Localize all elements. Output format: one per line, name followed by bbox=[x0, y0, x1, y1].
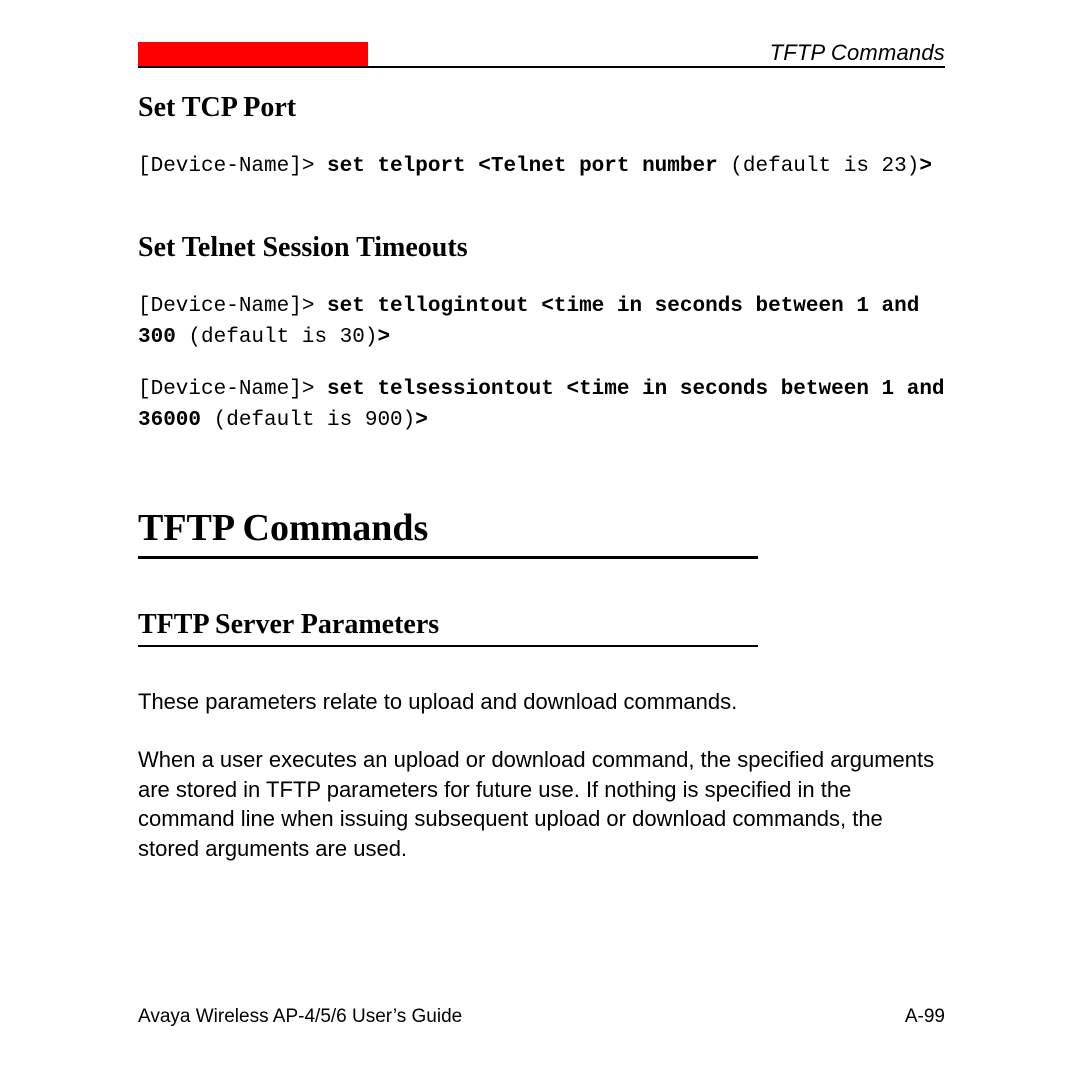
command-end: > bbox=[919, 155, 932, 178]
heading-tftp-server-parameters: TFTP Server Parameters bbox=[138, 609, 945, 641]
header-bar: TFTP Commands bbox=[138, 42, 945, 68]
prompt-text: [Device-Name]> bbox=[138, 155, 327, 178]
header-breadcrumb: TFTP Commands bbox=[770, 40, 945, 66]
code-set-tellogintout: [Device-Name]> set tellogintout <time in… bbox=[138, 292, 945, 353]
prompt-text: [Device-Name]> bbox=[138, 295, 327, 318]
heading-tftp-commands: TFTP Commands bbox=[138, 506, 945, 550]
footer-left: Avaya Wireless AP-4/5/6 User’s Guide bbox=[138, 1006, 462, 1028]
code-set-telsessiontout: [Device-Name]> set telsessiontout <time … bbox=[138, 375, 945, 436]
subsection-rule bbox=[138, 645, 758, 647]
code-set-telport: [Device-Name]> set telport <Telnet port … bbox=[138, 152, 945, 182]
command-end: > bbox=[415, 409, 428, 432]
command-text: set telport <Telnet port number bbox=[327, 155, 730, 178]
document-page: TFTP Commands Set TCP Port [Device-Name]… bbox=[0, 0, 1080, 1080]
heading-set-telnet-timeouts: Set Telnet Session Timeouts bbox=[138, 232, 945, 264]
footer-right: A-99 bbox=[905, 1006, 945, 1028]
paragraph-detail: When a user executes an upload or downlo… bbox=[138, 745, 945, 864]
prompt-text: [Device-Name]> bbox=[138, 378, 327, 401]
command-end: > bbox=[377, 326, 390, 349]
default-text: (default is 900) bbox=[214, 409, 416, 432]
title-rule bbox=[138, 556, 758, 559]
default-text: (default is 23) bbox=[730, 155, 919, 178]
default-text: (default is 30) bbox=[188, 326, 377, 349]
heading-set-tcp-port: Set TCP Port bbox=[138, 92, 945, 124]
brand-colorblock bbox=[138, 42, 368, 66]
page-footer: Avaya Wireless AP-4/5/6 User’s Guide A-9… bbox=[138, 1006, 945, 1028]
paragraph-intro: These parameters relate to upload and do… bbox=[138, 687, 945, 717]
